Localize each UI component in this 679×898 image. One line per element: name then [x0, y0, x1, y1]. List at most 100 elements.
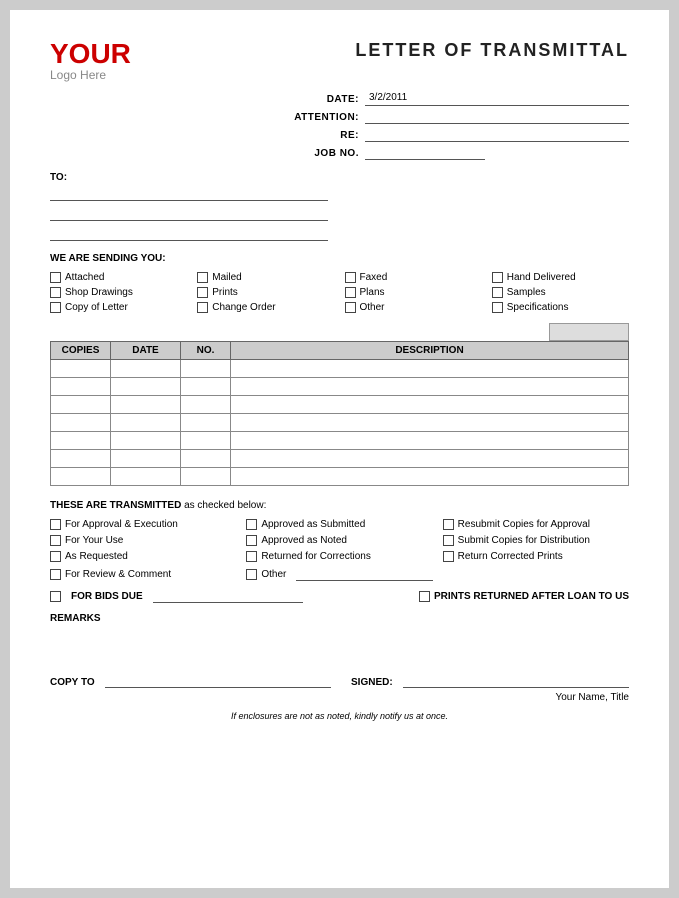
cell-copies — [51, 360, 111, 378]
header: YOUR Logo Here LETTER OF TRANSMITTAL — [50, 40, 629, 82]
checkbox-change-order-box[interactable] — [197, 302, 208, 313]
prints-returned: PRINTS RETURNED AFTER LOAN TO US — [419, 591, 629, 602]
cell-no — [181, 414, 231, 432]
cell-date — [111, 468, 181, 486]
remarks-section: REMARKS — [50, 613, 629, 624]
cell-date — [111, 360, 181, 378]
cell-description — [231, 414, 629, 432]
checkbox-prints: Prints — [197, 287, 334, 298]
checkbox-attached: Attached — [50, 272, 187, 283]
checkbox-shop-drawings-box[interactable] — [50, 287, 61, 298]
prints-returned-label: PRINTS RETURNED AFTER LOAN TO US — [434, 591, 629, 602]
table-action-button[interactable] — [549, 323, 629, 341]
t-for-your-use-label: For Your Use — [65, 535, 123, 546]
t-returned-corrections-box[interactable] — [246, 551, 257, 562]
cell-description — [231, 468, 629, 486]
remarks-label: REMARKS — [50, 613, 629, 624]
cell-no — [181, 378, 231, 396]
t-other-box[interactable] — [246, 569, 257, 580]
t-for-your-use-box[interactable] — [50, 535, 61, 546]
table-row — [51, 414, 629, 432]
col-header-date: DATE — [111, 342, 181, 360]
cell-no — [181, 360, 231, 378]
checkbox-attached-box[interactable] — [50, 272, 61, 283]
table-row — [51, 378, 629, 396]
cell-no — [181, 396, 231, 414]
date-value: 3/2/2011 — [365, 92, 629, 106]
t-approval-box[interactable] — [50, 519, 61, 530]
checkbox-specifications-box[interactable] — [492, 302, 503, 313]
transmitted-label-1: THESE ARE TRANSMITTED — [50, 500, 181, 511]
t-resubmit-box[interactable] — [443, 519, 454, 530]
signed-label: SIGNED: — [351, 677, 393, 688]
t-for-review-box[interactable] — [50, 569, 61, 580]
name-title: Your Name, Title — [50, 692, 629, 703]
copy-to-label: COPY TO — [50, 677, 95, 688]
bids-due-line — [153, 589, 303, 603]
table-row — [51, 396, 629, 414]
t-submit-copies-box[interactable] — [443, 535, 454, 546]
t-approved-noted-box[interactable] — [246, 535, 257, 546]
t-return-corrected: Return Corrected Prints — [443, 551, 629, 562]
checkbox-faxed: Faxed — [345, 272, 482, 283]
t-for-your-use: For Your Use — [50, 535, 236, 546]
checkbox-mailed: Mailed — [197, 272, 334, 283]
t-resubmit: Resubmit Copies for Approval — [443, 519, 629, 530]
prints-returned-checkbox[interactable] — [419, 591, 430, 602]
checkbox-faxed-box[interactable] — [345, 272, 356, 283]
t-return-corrected-label: Return Corrected Prints — [458, 551, 563, 562]
we-are-sending-header: WE ARE SENDING YOU: — [50, 253, 629, 264]
checkbox-copy-of-letter-box[interactable] — [50, 302, 61, 313]
checkbox-plans-box[interactable] — [345, 287, 356, 298]
checkbox-hand-delivered: Hand Delivered — [492, 272, 629, 283]
t-submit-copies: Submit Copies for Distribution — [443, 535, 629, 546]
t-as-requested-label: As Requested — [65, 551, 128, 562]
t-returned-corrections: Returned for Corrections — [246, 551, 432, 562]
t-approved-submitted-label: Approved as Submitted — [261, 519, 365, 530]
re-row: RE: — [289, 128, 629, 142]
bids-due-checkbox[interactable] — [50, 591, 61, 602]
bottom-section: COPY TO SIGNED: Your Name, Title If encl… — [50, 674, 629, 721]
checkboxes-grid: Attached Mailed Faxed Hand Delivered Sho… — [50, 272, 629, 313]
logo-your: YOUR — [50, 40, 131, 68]
copy-to-line — [105, 674, 331, 688]
checkbox-prints-box[interactable] — [197, 287, 208, 298]
checkbox-samples-label: Samples — [507, 287, 546, 298]
cell-description — [231, 378, 629, 396]
logo-sub: Logo Here — [50, 68, 106, 82]
checkbox-copy-of-letter: Copy of Letter — [50, 302, 187, 313]
t-returned-corrections-label: Returned for Corrections — [261, 551, 371, 562]
job-no-label: JOB NO. — [289, 148, 359, 159]
t-other-line — [296, 567, 432, 581]
checkbox-hand-delivered-box[interactable] — [492, 272, 503, 283]
cell-description — [231, 450, 629, 468]
cell-no — [181, 468, 231, 486]
t-return-corrected-box[interactable] — [443, 551, 454, 562]
title-area: LETTER OF TRANSMITTAL — [355, 40, 629, 61]
checkbox-specifications-label: Specifications — [507, 302, 569, 313]
bids-due-label: FOR BIDS DUE — [71, 591, 143, 602]
t-as-requested-box[interactable] — [50, 551, 61, 562]
checkbox-shop-drawings-label: Shop Drawings — [65, 287, 133, 298]
to-section: TO: — [50, 172, 328, 241]
t-approved-noted-label: Approved as Noted — [261, 535, 347, 546]
cell-description — [231, 396, 629, 414]
checkbox-mailed-box[interactable] — [197, 272, 208, 283]
checkbox-specifications: Specifications — [492, 302, 629, 313]
checkbox-other-box[interactable] — [345, 302, 356, 313]
checkbox-shop-drawings: Shop Drawings — [50, 287, 187, 298]
checkbox-samples-box[interactable] — [492, 287, 503, 298]
cell-date — [111, 450, 181, 468]
to-line-1 — [50, 185, 328, 201]
t-approval: For Approval & Execution — [50, 519, 236, 530]
t-approved-submitted: Approved as Submitted — [246, 519, 432, 530]
date-label: DATE: — [289, 94, 359, 105]
cell-copies — [51, 396, 111, 414]
t-other: Other — [246, 567, 432, 581]
re-value — [365, 128, 629, 142]
table-row — [51, 468, 629, 486]
footer-note: If enclosures are not as noted, kindly n… — [50, 711, 629, 721]
cell-date — [111, 414, 181, 432]
t-approved-submitted-box[interactable] — [246, 519, 257, 530]
cell-description — [231, 432, 629, 450]
